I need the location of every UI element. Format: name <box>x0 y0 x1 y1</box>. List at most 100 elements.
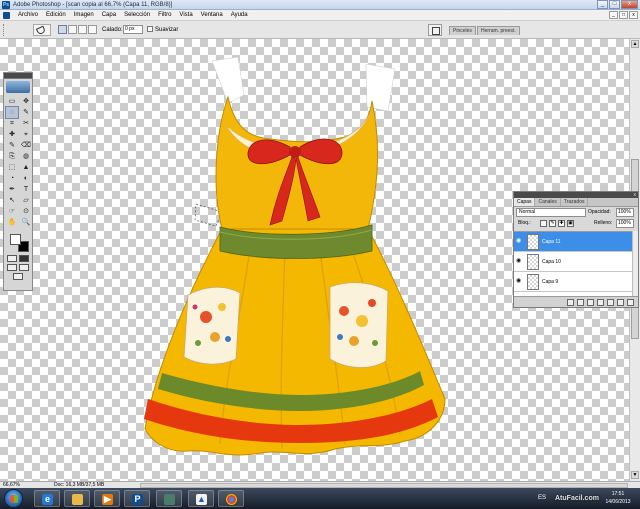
layer-row[interactable]: ◉ Capa 11 <box>514 232 638 252</box>
doc-minimize-button[interactable]: _ <box>609 11 618 19</box>
scroll-up-arrow[interactable]: ▲ <box>631 40 639 48</box>
taskbar-app[interactable] <box>156 490 182 507</box>
intersect-selection-button[interactable] <box>88 25 97 34</box>
screen-mode-standard-button[interactable] <box>7 264 17 271</box>
jump-to-imageready-button[interactable] <box>13 273 23 280</box>
panel-close-icon[interactable]: x <box>634 192 637 198</box>
tab-capas[interactable]: Capas <box>514 198 536 206</box>
taskbar-app[interactable]: ▲ <box>188 490 214 507</box>
lock-all-icon[interactable]: ▣ <box>567 220 574 227</box>
eraser-tool[interactable]: ⎘ <box>6 151 18 162</box>
pen-tool[interactable]: ✒ <box>6 184 18 195</box>
taskbar-app[interactable]: ▶ <box>94 490 120 507</box>
lasso-tool[interactable]: ◌ <box>5 106 19 119</box>
dodge-tool[interactable]: ◔ <box>6 173 18 184</box>
path-select-tool[interactable]: ↖ <box>6 195 18 206</box>
menu-vista[interactable]: Vista <box>175 10 196 21</box>
sharpen-tool[interactable]: ▲ <box>20 162 32 173</box>
lock-position-icon[interactable]: ✚ <box>558 220 565 227</box>
minimize-button[interactable]: _ <box>597 0 608 9</box>
scroll-down-arrow[interactable]: ▼ <box>631 471 639 479</box>
delete-layer-icon[interactable] <box>627 298 634 306</box>
new-group-icon[interactable] <box>607 298 614 306</box>
menu-ventana[interactable]: Ventana <box>197 10 227 21</box>
shape-tool[interactable]: ▱ <box>20 195 32 206</box>
lock-pixels-icon[interactable]: ✎ <box>549 220 556 227</box>
antialias-checkbox[interactable] <box>147 26 153 32</box>
opacity-label: Opacidad: <box>588 209 611 215</box>
type-tool[interactable]: T <box>20 184 32 195</box>
eye-icon[interactable]: ◉ <box>516 278 523 285</box>
hand-tool[interactable]: ✋ <box>6 217 18 228</box>
adjustment-layer-icon[interactable] <box>597 298 604 306</box>
brush-tool[interactable]: ⌖ <box>20 129 32 140</box>
menu-archivo[interactable]: Archivo <box>14 10 42 21</box>
lasso-icon[interactable] <box>33 24 51 36</box>
maximize-button[interactable]: □ <box>609 0 620 9</box>
taskbar-app[interactable] <box>218 490 244 507</box>
menu-capa[interactable]: Capa <box>98 10 120 21</box>
tab-canales[interactable]: Canales <box>535 198 561 206</box>
blur-tool[interactable]: ⬚ <box>6 162 18 173</box>
notes-tool[interactable]: ☞ <box>6 206 18 217</box>
zoom-tool[interactable]: 🔍 <box>20 217 32 228</box>
layer-style-icon[interactable] <box>577 298 584 306</box>
foreground-color-swatch[interactable] <box>10 234 21 245</box>
crop-tool[interactable]: ⌗ <box>6 118 18 129</box>
link-layers-icon[interactable] <box>567 298 574 306</box>
marquee-tool[interactable]: ▭ <box>6 96 18 107</box>
bridge-icon[interactable] <box>428 24 442 36</box>
feather-input[interactable]: 0 px <box>123 25 143 34</box>
standard-mode-button[interactable] <box>7 255 17 262</box>
eye-icon[interactable]: ◉ <box>516 238 523 245</box>
tab-herramientas-preestablecidas[interactable]: Herram. preest. <box>477 26 520 35</box>
doc-restore-button[interactable]: □ <box>619 11 628 19</box>
new-layer-icon[interactable] <box>617 298 624 306</box>
burn-tool[interactable]: ◐ <box>20 173 32 184</box>
menu-seleccion[interactable]: Selección <box>120 10 154 21</box>
magic-wand-tool[interactable]: ✎ <box>20 107 32 118</box>
lock-transparency-icon[interactable] <box>540 220 547 227</box>
eye-icon[interactable]: ◉ <box>516 258 523 265</box>
adobe-feather-icon[interactable] <box>6 81 30 93</box>
add-selection-button[interactable] <box>68 25 77 34</box>
tab-trazados[interactable]: Trazados <box>561 198 589 206</box>
subtract-selection-button[interactable] <box>78 25 87 34</box>
gradient-tool[interactable]: ◍ <box>20 151 32 162</box>
history-brush-tool[interactable]: ⌫ <box>20 140 32 151</box>
opacity-input[interactable]: 100% <box>616 208 634 217</box>
menu-ayuda[interactable]: Ayuda <box>227 10 252 21</box>
screen-mode-full-button[interactable] <box>19 264 29 271</box>
blend-mode-select[interactable]: Normal <box>516 208 586 217</box>
blend-row: Normal Opacidad: 100% <box>514 207 638 218</box>
options-grip[interactable] <box>3 24 6 36</box>
healing-tool[interactable]: ✚ <box>6 129 18 140</box>
quickmask-row <box>4 253 32 262</box>
close-button[interactable]: x <box>621 0 638 9</box>
layer-mask-icon[interactable] <box>587 298 594 306</box>
eyedropper-tool[interactable]: ⊙ <box>20 206 32 217</box>
toolbox-header[interactable] <box>4 73 32 79</box>
layers-scrollbar[interactable] <box>632 231 638 296</box>
taskbar-app[interactable] <box>64 490 90 507</box>
doc-close-button[interactable]: x <box>629 11 638 19</box>
start-button[interactable] <box>4 489 23 508</box>
slice-tool[interactable]: ✂ <box>20 118 32 129</box>
stamp-tool[interactable]: ✎ <box>6 140 18 151</box>
language-indicator[interactable]: ES <box>538 492 546 504</box>
layer-row[interactable]: ◉ Capa 9 <box>514 272 638 292</box>
tab-pinceles[interactable]: Pinceles <box>449 26 476 35</box>
system-clock[interactable]: 17:51 14/06/2013 <box>600 490 636 506</box>
move-tool[interactable]: ✥ <box>20 96 32 107</box>
new-selection-button[interactable] <box>58 25 67 34</box>
menu-filtro[interactable]: Filtro <box>154 10 175 21</box>
left-pocket <box>183 286 241 365</box>
menu-imagen[interactable]: Imagen <box>70 10 98 21</box>
taskbar-app[interactable]: P <box>124 490 150 507</box>
fill-input[interactable]: 100% <box>616 219 634 228</box>
document-icon[interactable] <box>3 12 10 19</box>
taskbar-app[interactable]: e <box>34 490 60 507</box>
menu-edicion[interactable]: Edición <box>42 10 70 21</box>
layer-row[interactable]: ◉ Capa 10 <box>514 252 638 272</box>
quickmask-button[interactable] <box>19 255 29 262</box>
